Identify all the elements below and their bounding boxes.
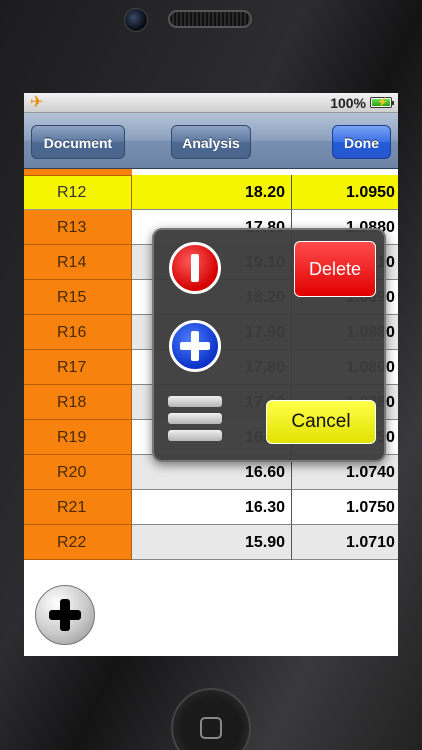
row-label: R12: [24, 175, 132, 210]
add-icon[interactable]: [35, 585, 95, 645]
drag-handle-icon[interactable]: [168, 396, 222, 442]
value-cell-1: 16.30: [132, 490, 292, 525]
home-button[interactable]: [171, 688, 251, 750]
document-button[interactable]: Document: [31, 125, 125, 159]
bottom-area: [24, 571, 398, 656]
value-cell-2: 1.0710: [292, 525, 398, 560]
battery-icon: ⚡: [370, 97, 394, 108]
table-row[interactable]: R21 16.30 1.0750: [24, 490, 398, 525]
home-square-icon: [200, 717, 222, 739]
add-row-icon[interactable]: [169, 320, 221, 372]
battery-percent: 100%: [330, 95, 366, 111]
value-cell-1: 18.20: [132, 175, 292, 210]
row-label: R21: [24, 490, 132, 525]
row-label: R16: [24, 315, 132, 350]
value-cell-1: 15.90: [132, 525, 292, 560]
row-label: R15: [24, 280, 132, 315]
remove-row-icon[interactable]: [169, 242, 221, 294]
top-toolbar: Document Analysis Done: [24, 113, 398, 169]
analysis-button[interactable]: Analysis: [171, 125, 251, 159]
done-button[interactable]: Done: [332, 125, 391, 159]
row-label: R19: [24, 420, 132, 455]
row-action-popup: Delete Cancel: [152, 228, 386, 462]
row-label: R20: [24, 455, 132, 490]
row-label: R22: [24, 525, 132, 560]
phone-frame: ✈ 100% ⚡ Document Analysis Done R12 18.20…: [0, 0, 422, 750]
table-row[interactable]: R12 18.20 1.0950: [24, 175, 398, 210]
row-label: R17: [24, 350, 132, 385]
airplane-icon: ✈: [30, 94, 44, 111]
cancel-button[interactable]: Cancel: [266, 400, 376, 444]
row-label-strip: [24, 169, 132, 176]
front-camera: [124, 8, 148, 32]
status-bar: ✈ 100% ⚡: [24, 93, 398, 113]
value-cell-2: 1.0950: [292, 175, 398, 210]
row-label: R18: [24, 385, 132, 420]
table-row[interactable]: R22 15.90 1.0710: [24, 525, 398, 560]
row-label: R14: [24, 245, 132, 280]
earpiece-speaker: [168, 10, 252, 28]
delete-button[interactable]: Delete: [294, 241, 376, 297]
row-label: R13: [24, 210, 132, 245]
app-screen: ✈ 100% ⚡ Document Analysis Done R12 18.20…: [24, 93, 398, 656]
value-cell-2: 1.0750: [292, 490, 398, 525]
